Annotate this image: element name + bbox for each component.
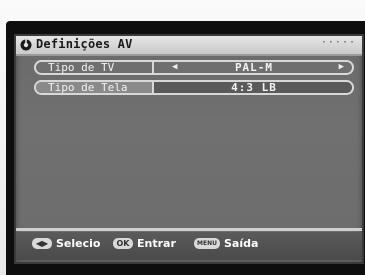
title-decoration: ·····	[320, 37, 356, 48]
setting-label: Tipo de TV	[36, 62, 154, 73]
footer-bar: ◀▶ Selecio OK Entrar MENU Saída	[16, 232, 362, 260]
exit-hint: Saída	[224, 237, 259, 250]
select-hint: Selecio	[56, 237, 101, 250]
left-right-arrows-icon: ◀▶	[32, 238, 52, 249]
enter-hint: Entrar	[137, 237, 176, 250]
setup-disc-icon	[20, 39, 32, 51]
setting-value: 4:3 LB	[231, 81, 277, 94]
menu-key-badge: MENU	[194, 238, 220, 249]
setting-label: Tipo de Tela	[36, 82, 154, 93]
ok-key-badge: OK	[113, 238, 133, 249]
setting-row-tv-type[interactable]: Tipo de TV ◀ PAL-M ▶	[34, 60, 354, 75]
title-bar: Definições AV ·····	[16, 36, 362, 56]
arrow-right-icon[interactable]: ▶	[339, 63, 344, 72]
footer-divider	[16, 228, 362, 231]
settings-dialog: Definições AV ····· Tipo de TV ◀ PAL-M ▶…	[14, 34, 364, 264]
dialog-title: Definições AV	[36, 37, 133, 51]
setting-row-screen-type[interactable]: Tipo de Tela 4:3 LB	[34, 80, 354, 95]
setting-value: PAL-M	[234, 61, 274, 74]
